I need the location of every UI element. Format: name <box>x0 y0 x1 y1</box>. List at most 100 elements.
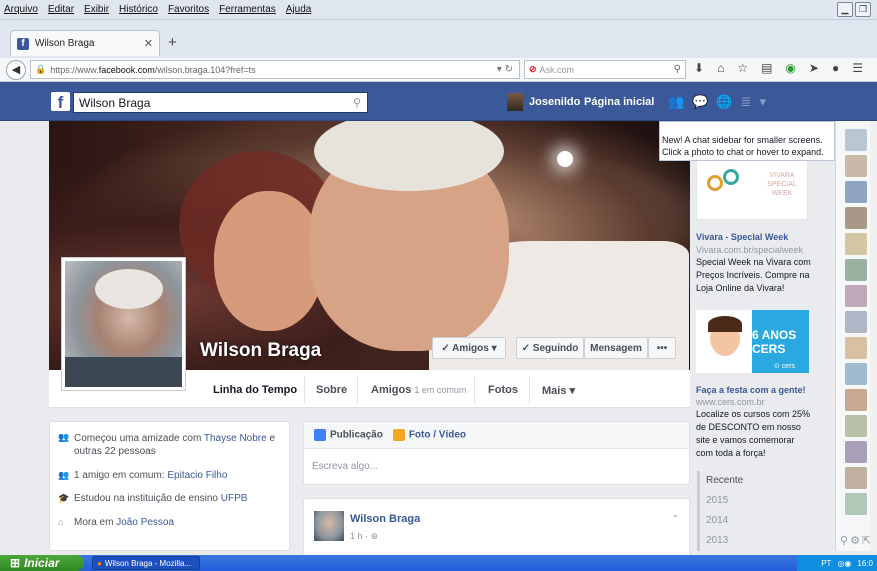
chat-friend-avatar[interactable] <box>845 467 867 489</box>
browser-navbar: ◀ 🔒 https://www. facebook.com/wilson.brag… <box>0 58 877 82</box>
download-icon[interactable]: ⬇ <box>694 61 704 75</box>
chat-friend-avatar[interactable] <box>845 285 867 307</box>
menu-history[interactable]: Histórico <box>119 4 158 15</box>
pencil-icon <box>314 429 326 441</box>
chat-friend-avatar[interactable] <box>845 233 867 255</box>
start-button[interactable]: ⊞ Iniciar <box>0 555 84 571</box>
menu-view[interactable]: Exibir <box>84 4 109 15</box>
timeline-post: Wilson Braga 1 h · ⊕ ⌄ <box>303 498 690 558</box>
close-tab-icon[interactable]: ✕ <box>144 37 153 50</box>
message-button[interactable]: Mensagem <box>584 337 648 359</box>
scrollbar[interactable] <box>870 121 877 551</box>
tab-friends[interactable]: Amigos 1 em comum <box>371 384 466 396</box>
chat-friend-avatar[interactable] <box>845 181 867 203</box>
tab-timeline[interactable]: Linha do Tempo <box>213 384 297 396</box>
post-timestamp[interactable]: 1 h · ⊕ <box>350 531 378 542</box>
menu-help[interactable]: Ajuda <box>286 4 312 15</box>
tray-icons[interactable]: ◎◉ <box>837 559 851 568</box>
mutual-friend-link[interactable]: Epitacio Filho <box>167 470 227 481</box>
current-user-link[interactable]: Josenildo <box>507 93 580 111</box>
year-recent[interactable]: Recente <box>700 471 817 491</box>
gear-icon[interactable]: ⚙ <box>850 534 860 547</box>
composer-tab-post[interactable]: Publicação <box>314 429 383 441</box>
chat-friend-avatar[interactable] <box>845 155 867 177</box>
search-icon[interactable]: ⚲ <box>674 64 681 75</box>
facebook-logo-icon[interactable]: f <box>51 92 70 111</box>
clock: 16:0 <box>857 558 873 568</box>
language-indicator[interactable]: PT <box>821 559 831 568</box>
profile-name[interactable]: Wilson Braga <box>200 340 321 362</box>
home-link[interactable]: Página inicial <box>584 96 654 108</box>
post-author-avatar[interactable] <box>314 511 344 541</box>
menu-favorites[interactable]: Favoritos <box>168 4 209 15</box>
school-link[interactable]: UFPB <box>221 493 248 504</box>
chevron-down-icon[interactable]: ⌄ <box>671 509 679 520</box>
menu-file[interactable]: Arquivo <box>4 4 38 15</box>
search-icon[interactable]: ⚲ <box>353 96 361 109</box>
bookmarks-list-icon[interactable]: ▤ <box>761 61 772 75</box>
hamburger-menu-icon[interactable]: ☰ <box>852 61 863 75</box>
composer-input[interactable]: Escreva algo... <box>304 449 689 484</box>
privacy-shortcuts-icon[interactable]: ≣ <box>741 94 752 110</box>
ad-cers-url[interactable]: www.cers.com.br <box>696 397 765 407</box>
chat-bubble-icon[interactable]: ● <box>832 61 839 75</box>
home-icon[interactable]: ⌂ <box>717 61 724 75</box>
tab-more[interactable]: Mais ▾ <box>542 384 575 397</box>
mutual-count: 1 em comum <box>414 385 467 395</box>
chat-friend-avatar[interactable] <box>845 129 867 151</box>
more-options-button[interactable]: ••• <box>648 337 676 359</box>
chat-friend-avatar[interactable] <box>845 493 867 515</box>
notifications-globe-icon[interactable]: 🌐 <box>716 94 732 110</box>
chat-friend-avatar[interactable] <box>845 441 867 463</box>
addon-green-icon[interactable]: ◉ <box>785 61 795 75</box>
city-link[interactable]: João Pessoa <box>116 517 174 528</box>
browser-tab[interactable]: f Wilson Braga ✕ <box>10 30 160 56</box>
friendship-name-link[interactable]: Thayse Nobre <box>204 433 267 444</box>
url-bar[interactable]: 🔒 https://www. facebook.com/wilson.braga.… <box>30 60 520 79</box>
tab-photos[interactable]: Fotos <box>488 384 518 396</box>
ad-vivara-url[interactable]: Vivara.com.br/specialweek <box>696 245 803 255</box>
new-tab-icon[interactable]: + <box>168 34 177 51</box>
chat-friend-avatar[interactable] <box>845 415 867 437</box>
ad-vivara-image[interactable]: VIVARA SPECIAL WEEK <box>696 158 808 220</box>
chat-friend-avatar[interactable] <box>845 311 867 333</box>
following-button[interactable]: ✓ Seguindo <box>516 337 584 359</box>
chat-friend-avatar[interactable] <box>845 207 867 229</box>
reload-icon[interactable]: ▾ ↻ <box>497 64 513 75</box>
intro-mutual: 👥 1 amigo em comum: Epitacio Filho <box>58 470 227 481</box>
friends-button[interactable]: ✓ Amigos ▾ <box>432 337 506 359</box>
ad-cers-image[interactable]: 6 ANOS CERS ⊙ cers <box>696 310 809 373</box>
minimize-icon[interactable]: ▁ <box>837 2 853 17</box>
year-2013[interactable]: 2013 <box>700 531 817 551</box>
composer-tabs: Publicação Foto / Vídeo <box>304 422 689 449</box>
taskbar-firefox-item[interactable]: ● Wilson Braga - Mozilla... <box>92 556 200 570</box>
profile-picture[interactable] <box>61 257 186 391</box>
chat-friend-avatar[interactable] <box>845 363 867 385</box>
intro-location: ⌂ Mora em João Pessoa <box>58 517 174 528</box>
settings-dropdown-icon[interactable]: ▾ <box>759 94 766 110</box>
menu-tools[interactable]: Ferramentas <box>219 4 276 15</box>
post-composer: Publicação Foto / Vídeo Escreva algo... <box>303 421 690 485</box>
year-2014[interactable]: 2014 <box>700 511 817 531</box>
restore-icon[interactable]: ❐ <box>855 2 871 17</box>
ad-vivara-title[interactable]: Vivara - Special Week <box>696 232 788 242</box>
chat-friend-avatar[interactable] <box>845 389 867 411</box>
header-notification-icons: 👥 💬 🌐 ≣ ▾ <box>668 94 766 110</box>
back-arrow-icon[interactable]: ◀ <box>6 59 26 80</box>
composer-tab-photo[interactable]: Foto / Vídeo <box>392 429 466 441</box>
bookmark-star-icon[interactable]: ☆ <box>737 61 748 75</box>
chat-friend-avatar[interactable] <box>845 337 867 359</box>
friend-requests-icon[interactable]: 👥 <box>668 94 684 110</box>
year-2015[interactable]: 2015 <box>700 491 817 511</box>
search-icon[interactable]: ⚲ <box>840 534 848 547</box>
tab-about[interactable]: Sobre <box>316 384 347 396</box>
search-engine-box[interactable]: ⊘ Ask.com ⚲ <box>524 60 686 79</box>
ad-cers-title[interactable]: Faça a festa com a gente! <box>696 385 806 395</box>
send-icon[interactable]: ➤ <box>809 61 819 75</box>
messages-icon[interactable]: 💬 <box>692 94 708 110</box>
facebook-search-input[interactable]: Wilson Braga ⚲ <box>73 92 368 113</box>
post-author-name[interactable]: Wilson Braga <box>350 513 420 525</box>
facebook-favicon-icon: f <box>17 37 29 50</box>
menu-edit[interactable]: Editar <box>48 4 74 15</box>
chat-friend-avatar[interactable] <box>845 259 867 281</box>
